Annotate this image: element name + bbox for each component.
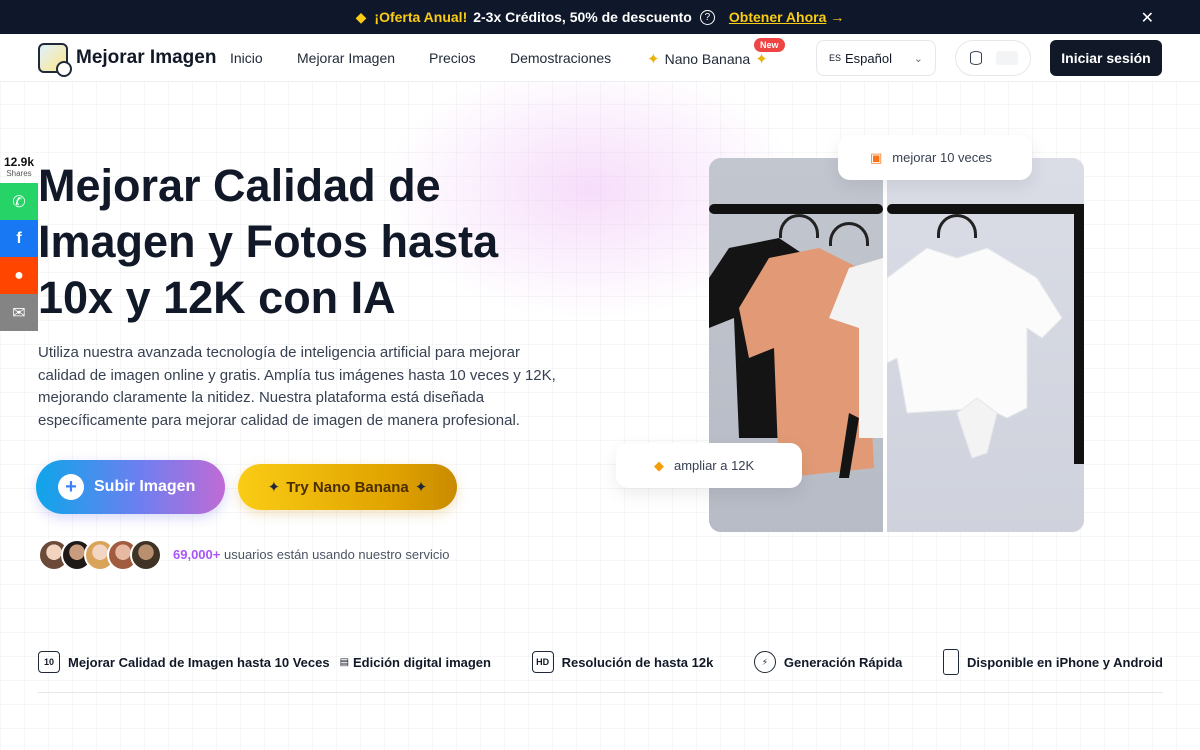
feature-label: Edición digital imagen bbox=[353, 654, 491, 670]
share-label: Shares bbox=[6, 169, 32, 178]
hd-icon: HD bbox=[531, 651, 554, 673]
language-label: Español bbox=[845, 50, 892, 66]
diamond-icon: ◆ bbox=[654, 457, 664, 473]
hanger-icon bbox=[937, 214, 977, 238]
user-avatars bbox=[38, 539, 162, 571]
nav-link-inicio[interactable]: Inicio bbox=[230, 50, 263, 66]
language-select[interactable]: ES Español ⌄ bbox=[816, 40, 936, 76]
email-share-button[interactable]: ✉ bbox=[0, 294, 38, 331]
theme-toggle[interactable] bbox=[955, 40, 1031, 76]
phone-icon bbox=[942, 649, 959, 675]
upscale-12k-label: ampliar a 12K bbox=[674, 458, 755, 473]
hero-description: Utiliza nuestra avanzada tecnología de i… bbox=[38, 344, 556, 429]
plus-icon: + bbox=[58, 474, 84, 500]
enhance-10x-pill: ▣ mejorar 10 veces bbox=[838, 135, 1032, 180]
10x-icon: 10 bbox=[38, 651, 60, 673]
nav-link-mejorar-imagen[interactable]: Mejorar Imagen bbox=[297, 50, 395, 66]
language-code: ES bbox=[829, 53, 842, 63]
feature-mobile: Disponible en iPhone y Android bbox=[942, 649, 1163, 675]
nano-button-label: Try Nano Banana bbox=[286, 478, 409, 496]
enhance-icon: ▣ bbox=[870, 149, 883, 165]
nav-link-nano-banana[interactable]: ✦ Nano Banana ✦ bbox=[647, 50, 768, 68]
features-bar: 10 Mejorar Calidad de Imagen hasta 10 Ve… bbox=[38, 648, 1163, 676]
login-button[interactable]: Iniciar sesión bbox=[1050, 40, 1162, 76]
chevron-down-icon: ⌄ bbox=[913, 52, 923, 65]
promo-highlight: ¡Oferta Anual! bbox=[374, 9, 468, 25]
feature-fast: ⚡ Generación Rápida bbox=[753, 651, 903, 673]
top-nav: Mejorar Imagen Inicio Mejorar Imagen Pre… bbox=[0, 34, 1200, 82]
logo-icon bbox=[38, 43, 72, 77]
database-icon bbox=[970, 51, 982, 65]
feature-label: Resolución de hasta 12k bbox=[561, 654, 714, 670]
new-badge: New bbox=[754, 38, 785, 52]
after-image bbox=[887, 158, 1084, 532]
reddit-share-button[interactable]: ● bbox=[0, 257, 38, 294]
facebook-share-button[interactable]: f bbox=[0, 220, 38, 257]
upload-label: Subir Imagen bbox=[94, 478, 196, 495]
reddit-icon: ● bbox=[14, 266, 24, 284]
feature-label: Mejorar Calidad de Imagen hasta 10 Veces bbox=[68, 654, 330, 670]
promo-text: 2-3x Créditos, 50% de descuento bbox=[473, 9, 692, 25]
upscale-12k-pill: ◆ ampliar a 12K bbox=[616, 443, 802, 488]
share-counter: 12.9k Shares bbox=[0, 155, 38, 178]
logo[interactable]: Mejorar Imagen bbox=[38, 43, 217, 77]
hero-title: Mejorar Calidad de Imagen y Fotos hasta … bbox=[38, 160, 499, 323]
arrow-right-icon: → bbox=[830, 9, 845, 25]
sparkle-icon: ✦ bbox=[267, 479, 281, 496]
image-edit-icon: ▤ bbox=[339, 656, 350, 668]
users-count: 69,000+ bbox=[173, 547, 221, 562]
help-icon[interactable]: ? bbox=[699, 9, 715, 25]
toggle-switch bbox=[996, 51, 1018, 65]
divider-line bbox=[38, 692, 1163, 693]
lightning-icon: ⚡ bbox=[753, 651, 776, 673]
users-text: usuarios están usando nuestro servicio bbox=[223, 547, 450, 562]
clothes-rail bbox=[709, 204, 883, 214]
feature-10x: 10 Mejorar Calidad de Imagen hasta 10 Ve… bbox=[38, 651, 491, 673]
email-icon: ✉ bbox=[12, 304, 26, 322]
promo-bar: ◆ ¡Oferta Anual! 2-3x Créditos, 50% de d… bbox=[0, 0, 1200, 34]
feature-label: Generación Rápida bbox=[783, 654, 903, 670]
nav-link-precios[interactable]: Precios bbox=[429, 50, 476, 66]
sparkle-icon: ✦ bbox=[414, 479, 428, 496]
enhance-10x-label: mejorar 10 veces bbox=[892, 150, 993, 165]
promo-cta-link[interactable]: Obtener Ahora bbox=[729, 9, 827, 25]
nav-link-demostraciones[interactable]: Demostraciones bbox=[510, 50, 611, 66]
sparkle-icon: ✦ bbox=[755, 51, 768, 68]
try-nano-banana-button[interactable]: ✦ Try Nano Banana ✦ bbox=[238, 464, 457, 510]
clothes-rail bbox=[887, 204, 1084, 214]
hanger-icon bbox=[779, 214, 819, 238]
nano-label: Nano Banana bbox=[664, 51, 751, 67]
price-tag-icon: ◆ bbox=[355, 8, 367, 25]
whatsapp-share-button[interactable]: ✆ bbox=[0, 183, 38, 220]
avatar bbox=[130, 539, 162, 571]
close-icon[interactable]: ✕ bbox=[1141, 8, 1154, 28]
feature-hd: HD Resolución de hasta 12k bbox=[531, 651, 714, 673]
share-count: 12.9k bbox=[3, 155, 35, 169]
feature-label: Disponible en iPhone y Android bbox=[966, 654, 1163, 670]
facebook-icon: f bbox=[16, 229, 22, 247]
shirt-image bbox=[887, 247, 1063, 459]
upload-image-button[interactable]: + Subir Imagen bbox=[36, 460, 225, 514]
users-stat: 69,000+ usuarios están usando nuestro se… bbox=[173, 547, 449, 562]
whatsapp-icon: ✆ bbox=[12, 193, 26, 211]
logo-text: Mejorar Imagen bbox=[76, 47, 217, 68]
sparkle-icon: ✦ bbox=[647, 51, 660, 68]
